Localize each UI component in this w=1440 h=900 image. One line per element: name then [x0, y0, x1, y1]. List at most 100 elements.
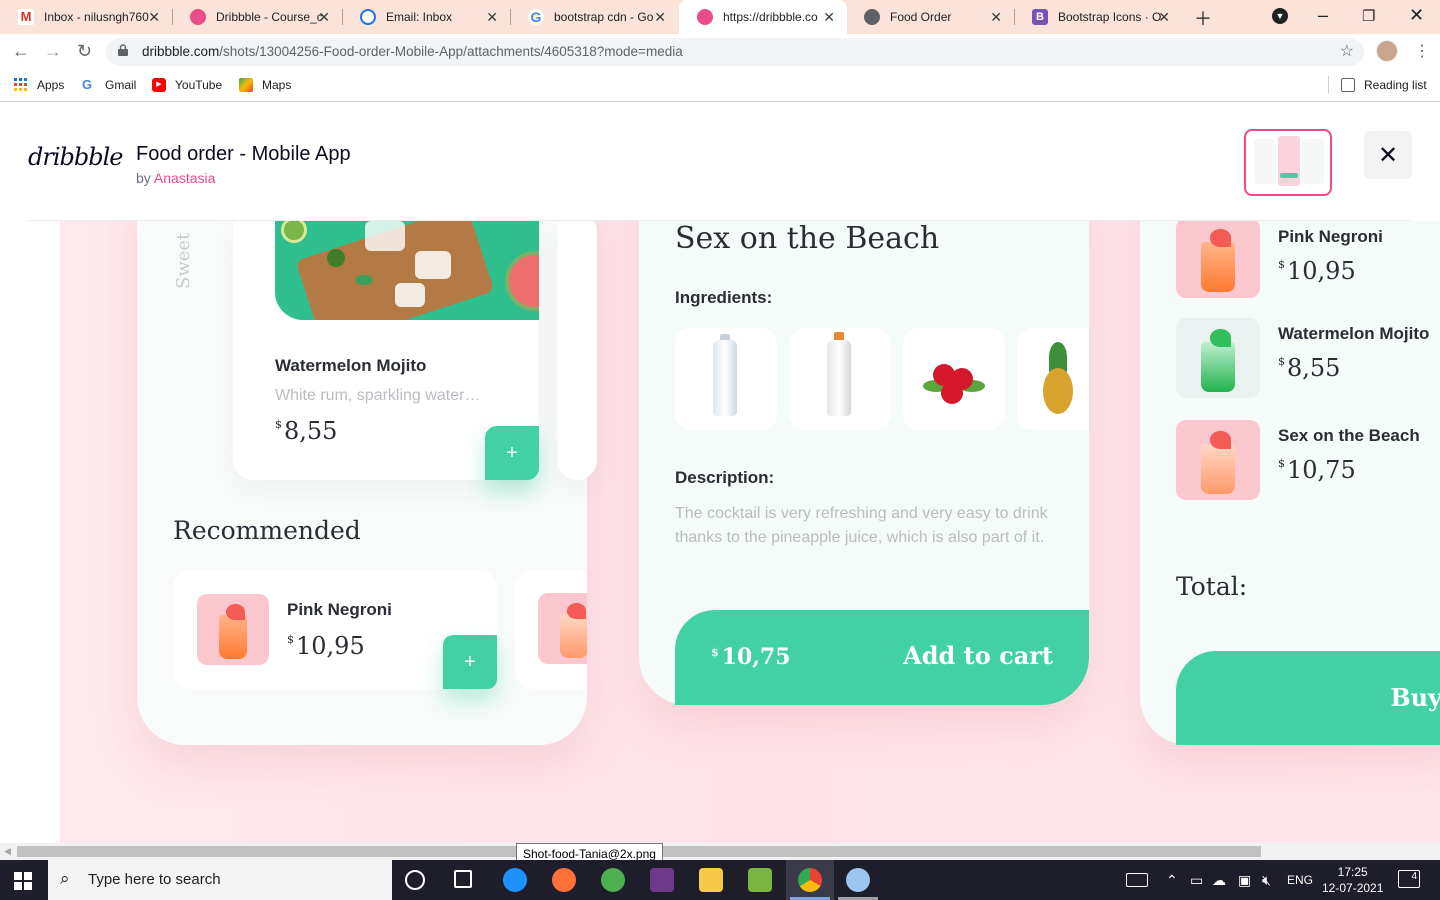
- tab-email[interactable]: Email: Inbox ✕: [342, 0, 510, 34]
- close-tab-icon[interactable]: ✕: [486, 9, 498, 26]
- total-label: Total:: [1176, 572, 1248, 601]
- cloud-icon[interactable]: ☁: [1212, 872, 1226, 889]
- search-placeholder: Type here to search: [88, 871, 221, 888]
- add-featured-button[interactable]: +: [485, 426, 539, 480]
- notepad-plus-icon[interactable]: [748, 868, 772, 892]
- clock-time: 17:25: [1337, 865, 1368, 879]
- close-tab-icon[interactable]: ✕: [1158, 9, 1170, 26]
- cortana-icon[interactable]: [405, 870, 425, 890]
- reading-list-button[interactable]: Reading list: [1341, 78, 1427, 92]
- ingredient-liqueur: [789, 328, 891, 430]
- add-recommended-button[interactable]: +: [443, 635, 497, 689]
- close-shot-button[interactable]: ✕: [1364, 131, 1412, 179]
- reading-list-label: Reading list: [1364, 78, 1427, 92]
- category-label: Sweet: [173, 232, 194, 289]
- game-app-icon[interactable]: [650, 868, 674, 892]
- close-tab-icon[interactable]: ✕: [823, 9, 835, 26]
- cart-item-price: $8,55: [1278, 354, 1340, 382]
- shot-header: dribbble Food order - Mobile App by Anas…: [0, 103, 1440, 221]
- ingredients-heading: Ingredients:: [675, 288, 773, 307]
- tab-bootstrap-icons[interactable]: B Bootstrap Icons · O ✕: [1014, 0, 1182, 34]
- windows-taskbar: ⌕ Type here to search ⌃ ▭ ☁ ▣ 🔇︎ ENG 17:…: [0, 860, 1440, 900]
- ingredient-vodka: [675, 328, 777, 430]
- tab-dribbble-course[interactable]: Dribbble - Course_c ✕: [172, 0, 342, 34]
- email-icon: [360, 9, 376, 25]
- taskbar-search-box[interactable]: ⌕ Type here to search: [48, 860, 392, 900]
- close-tab-icon[interactable]: ✕: [148, 9, 160, 26]
- dribbble-icon: [697, 9, 713, 25]
- close-tab-icon[interactable]: ✕: [990, 9, 1002, 26]
- url-text: dribbble.com/shots/13004256-Food-order-M…: [142, 44, 683, 59]
- network-icon[interactable]: ▭: [1190, 872, 1203, 889]
- thumbnail-screen: [1302, 139, 1324, 184]
- thumbnail-screen: [1254, 139, 1276, 184]
- horizontal-scrollbar[interactable]: ◀: [0, 843, 1440, 860]
- tab-bootstrap-cdn[interactable]: G bootstrap cdn - Go ✕: [510, 0, 678, 34]
- scroll-left-icon[interactable]: ◀: [4, 846, 11, 857]
- close-tab-icon[interactable]: ✕: [318, 9, 330, 26]
- tab-title: bootstrap cdn - Go: [554, 10, 654, 24]
- minimize-icon[interactable]: –: [1318, 5, 1328, 26]
- price-value: 10,75: [1287, 456, 1356, 484]
- volume-muted-icon[interactable]: 🔇︎: [1262, 872, 1271, 889]
- bookmark-maps[interactable]: Maps: [239, 78, 291, 92]
- reload-icon[interactable]: ↻: [77, 41, 92, 62]
- buy-button[interactable]: Buy: [1176, 651, 1440, 745]
- currency-symbol: $: [275, 418, 282, 431]
- bookmarks-bar: Apps G Gmail ▶ YouTube Maps Reading list: [0, 70, 1440, 102]
- windows-start-icon[interactable]: [14, 872, 32, 890]
- cart-item: Watermelon Mojito $8,55: [1176, 318, 1440, 402]
- currency-symbol: $: [1278, 355, 1285, 368]
- lock-icon: [118, 44, 128, 56]
- tab-title: https://dribbble.co: [723, 10, 818, 24]
- close-tab-icon[interactable]: ✕: [654, 9, 666, 26]
- bookmark-gmail[interactable]: G Gmail: [82, 78, 136, 93]
- forward-arrow-icon[interactable]: →: [44, 41, 62, 62]
- chevron-up-icon[interactable]: ⌃: [1166, 872, 1178, 889]
- tab-food-order[interactable]: Food Order ✕: [846, 0, 1014, 34]
- cart-item-name: Pink Negroni: [1278, 227, 1383, 246]
- notifications-icon[interactable]: 4: [1398, 870, 1420, 888]
- globe-app-icon[interactable]: [601, 868, 625, 892]
- paint-app-icon[interactable]: [846, 868, 870, 892]
- new-tab-button[interactable]: ＋: [1194, 5, 1212, 31]
- file-explorer-icon[interactable]: [699, 868, 723, 892]
- chrome-icon[interactable]: [798, 868, 822, 892]
- edge-icon[interactable]: [503, 868, 527, 892]
- menu-dots-icon[interactable]: ⋮: [1414, 41, 1430, 61]
- profile-avatar[interactable]: [1376, 40, 1398, 62]
- attachment-thumbnail[interactable]: [1244, 129, 1332, 196]
- description-heading: Description:: [675, 468, 775, 487]
- bookmark-apps[interactable]: Apps: [14, 78, 64, 92]
- close-window-icon[interactable]: ✕: [1409, 5, 1424, 26]
- tab-dribbble-active[interactable]: https://dribbble.co ✕: [679, 0, 847, 34]
- task-view-icon[interactable]: [454, 870, 472, 888]
- watermelon-mojito-photo: [275, 221, 539, 320]
- currency-symbol: $: [711, 645, 719, 659]
- firefox-icon[interactable]: [552, 868, 576, 892]
- featured-drink-price: $8,55: [275, 417, 337, 445]
- system-clock[interactable]: 17:25 12-07-2021: [1322, 864, 1383, 896]
- recommended-drink-price: $10,95: [287, 632, 365, 660]
- address-bar[interactable]: dribbble.com/shots/13004256-Food-order-M…: [106, 38, 1364, 66]
- restore-icon[interactable]: ❐: [1362, 7, 1375, 25]
- language-indicator[interactable]: ENG: [1287, 873, 1313, 887]
- recommended-drink-name: Pink Negroni: [287, 600, 392, 619]
- browser-toolbar: ← → ↻ dribbble.com/shots/13004256-Food-o…: [0, 34, 1440, 70]
- shot-title: Food order - Mobile App: [136, 143, 351, 165]
- bookmark-star-icon[interactable]: ☆: [1340, 41, 1354, 61]
- dribbble-logo[interactable]: dribbble: [28, 143, 123, 171]
- drink-detail-title: Sex on the Beach: [675, 221, 940, 256]
- keyboard-icon[interactable]: [1126, 873, 1148, 887]
- tab-search-icon[interactable]: ▼: [1272, 8, 1288, 24]
- add-to-cart-label: Add to cart: [903, 641, 1053, 670]
- reading-list-icon: [1341, 78, 1355, 92]
- battery-icon[interactable]: ▣: [1238, 872, 1251, 889]
- author-link[interactable]: Anastasia: [154, 170, 215, 186]
- ingredient-pineapple: [1017, 328, 1089, 430]
- add-to-cart-button[interactable]: $10,75 Add to cart: [675, 610, 1089, 705]
- tab-gmail[interactable]: M Inbox - nilusngh760 ✕: [0, 0, 172, 34]
- back-arrow-icon[interactable]: ←: [12, 41, 30, 62]
- apps-grid-icon: [14, 78, 27, 91]
- bookmark-youtube[interactable]: ▶ YouTube: [152, 78, 222, 92]
